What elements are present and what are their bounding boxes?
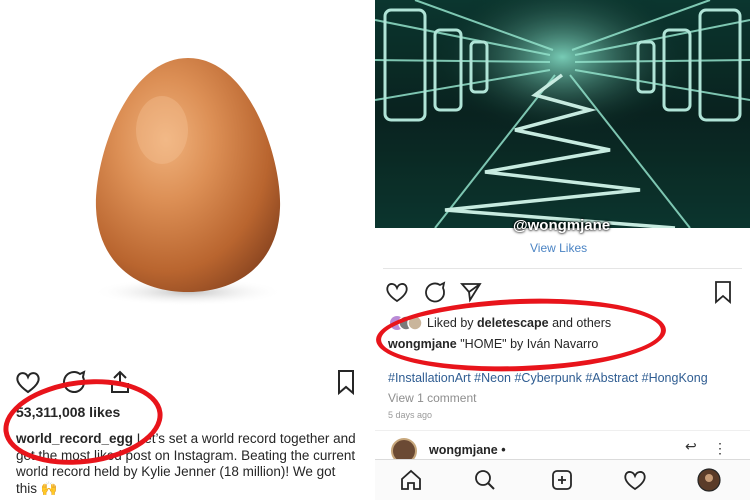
share-icon[interactable]: [459, 280, 483, 304]
view-comments-link[interactable]: View 1 comment: [388, 391, 476, 405]
add-post-icon[interactable]: [550, 468, 574, 492]
egg-photo[interactable]: [0, 0, 362, 360]
liked-by-username[interactable]: deletescape: [477, 316, 549, 330]
post-caption: world_record_egg Let’s set a world recor…: [16, 431, 356, 497]
neon-tunnel-photo[interactable]: [375, 0, 750, 228]
neon-post-panel: @wongmjane View Likes Liked by deletesca…: [375, 0, 750, 500]
bottom-navigation: [375, 459, 750, 500]
divider: [383, 268, 742, 269]
comment-icon[interactable]: [423, 280, 447, 304]
liker-avatars: [390, 315, 423, 331]
divider: [375, 430, 750, 431]
profile-avatar-icon[interactable]: [697, 468, 721, 492]
more-options-icon[interactable]: ⋮: [713, 440, 727, 457]
bookmark-icon[interactable]: [332, 368, 360, 396]
neon-post-caption: wongmjane "HOME" by Iván Navarro: [388, 337, 598, 351]
heart-icon[interactable]: [385, 280, 409, 304]
view-likes-link[interactable]: View Likes: [530, 241, 587, 255]
activity-heart-icon[interactable]: [623, 468, 647, 492]
watermark-text: @wongmjane: [513, 217, 611, 234]
bookmark-icon[interactable]: [711, 280, 735, 304]
post-timestamp: 5 days ago: [388, 410, 433, 420]
caption-username[interactable]: world_record_egg: [16, 431, 133, 446]
home-icon[interactable]: [399, 468, 423, 492]
neon-post-action-bar: [385, 280, 740, 306]
hashtags[interactable]: #InstallationArt #Neon #Cyberpunk #Abstr…: [388, 371, 708, 385]
next-post-username[interactable]: wongmjane •: [429, 443, 506, 457]
caption-username[interactable]: wongmjane: [388, 337, 457, 351]
liked-by-prefix: Liked by: [427, 316, 478, 330]
liked-by-suffix[interactable]: and others: [549, 316, 611, 330]
comment-icon[interactable]: [60, 368, 88, 396]
heart-icon[interactable]: [14, 368, 42, 396]
search-icon[interactable]: [473, 468, 497, 492]
panel-divider: [362, 0, 375, 500]
caption-text: "HOME" by Iván Navarro: [456, 337, 599, 351]
share-icon[interactable]: [106, 368, 134, 396]
egg-post-action-bar: [14, 368, 360, 398]
share-arrow-icon[interactable]: ↩: [685, 438, 697, 455]
like-count[interactable]: 53,311,008 likes: [16, 404, 120, 420]
egg-post-panel: 53,311,008 likes world_record_egg Let’s …: [0, 0, 362, 500]
